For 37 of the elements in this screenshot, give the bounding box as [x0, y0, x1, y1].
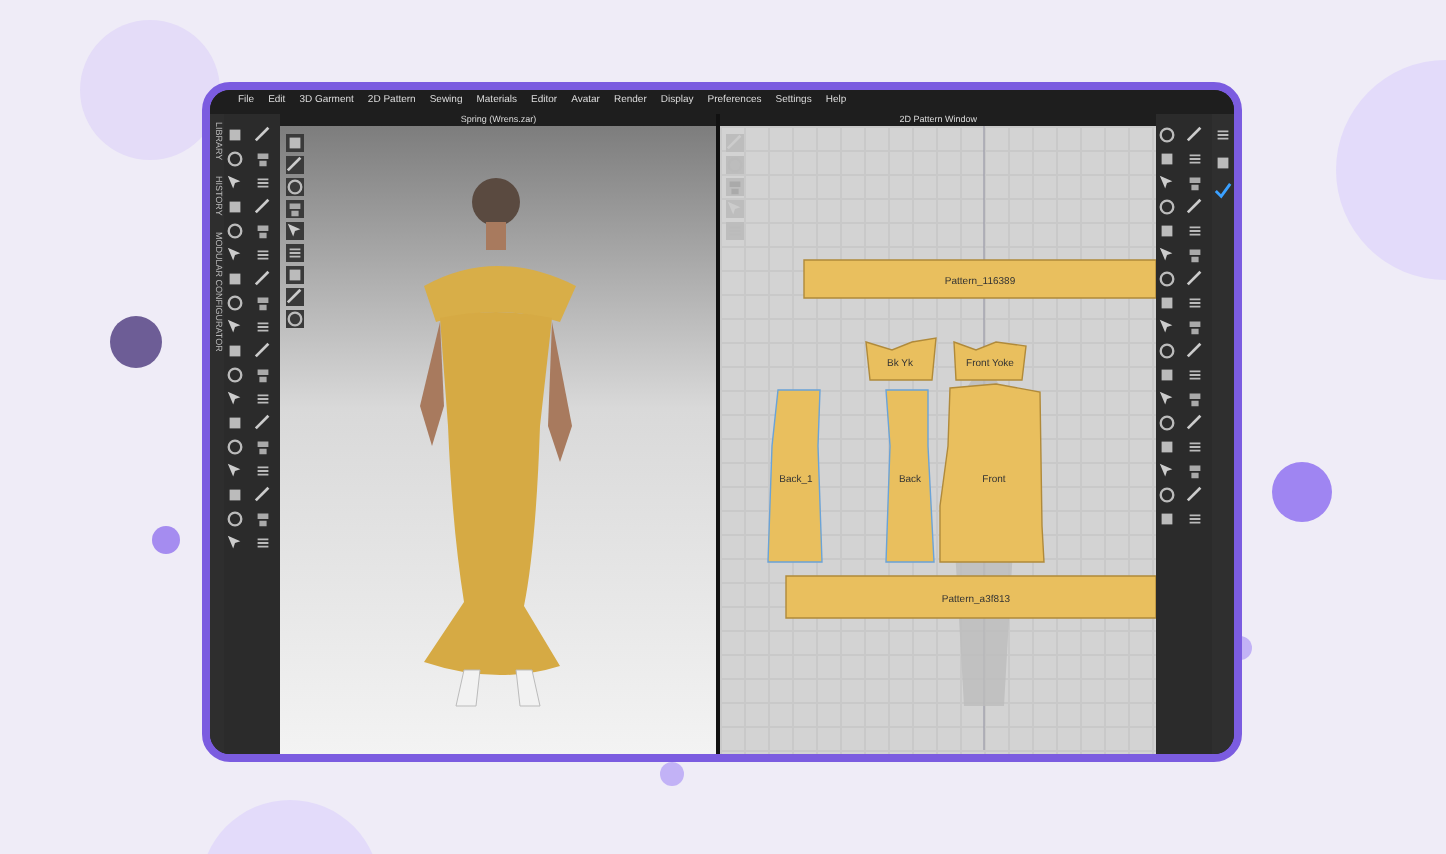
- tool-icon[interactable]: [1186, 174, 1205, 192]
- tool-icon[interactable]: [1186, 318, 1205, 336]
- tool-icon[interactable]: [1186, 510, 1205, 528]
- decor-circle: [660, 762, 684, 786]
- check-icon[interactable]: [1214, 182, 1233, 200]
- tool-icon[interactable]: [254, 318, 273, 336]
- tool-icon[interactable]: [286, 288, 305, 306]
- tool-icon[interactable]: [1186, 462, 1205, 480]
- tool-icon[interactable]: [286, 222, 305, 240]
- tool-icon[interactable]: [286, 178, 305, 196]
- tool-icon[interactable]: [254, 150, 273, 168]
- tool-icon[interactable]: [254, 366, 273, 384]
- tool-icon[interactable]: [254, 174, 273, 192]
- tool-icon[interactable]: [1186, 390, 1205, 408]
- tool-icon[interactable]: [254, 246, 273, 264]
- tool-icon[interactable]: [1214, 126, 1233, 144]
- tool-icon[interactable]: [254, 294, 273, 312]
- tool-icon[interactable]: [1186, 246, 1205, 264]
- pattern-piece[interactable]: [953, 341, 1027, 381]
- tool-icon[interactable]: [286, 156, 305, 174]
- tool-icon[interactable]: [1186, 222, 1205, 240]
- tool-icon[interactable]: [1186, 366, 1205, 384]
- tool-icon[interactable]: [254, 390, 273, 408]
- tool-icon[interactable]: [286, 310, 305, 328]
- tool-icon[interactable]: [1186, 294, 1205, 312]
- tool-icon[interactable]: [254, 222, 273, 240]
- decor-circle: [1272, 462, 1332, 522]
- tool-icon[interactable]: [1186, 438, 1205, 456]
- tool-icon[interactable]: [254, 534, 273, 552]
- tool-icon[interactable]: [286, 244, 305, 262]
- tool-icon[interactable]: [254, 438, 273, 456]
- decor-circle: [152, 526, 180, 554]
- tool-icon[interactable]: [286, 200, 305, 218]
- tool-icon[interactable]: [1186, 150, 1205, 168]
- tool-icon[interactable]: [254, 462, 273, 480]
- tool-icon[interactable]: [254, 510, 273, 528]
- decor-circle: [110, 316, 162, 368]
